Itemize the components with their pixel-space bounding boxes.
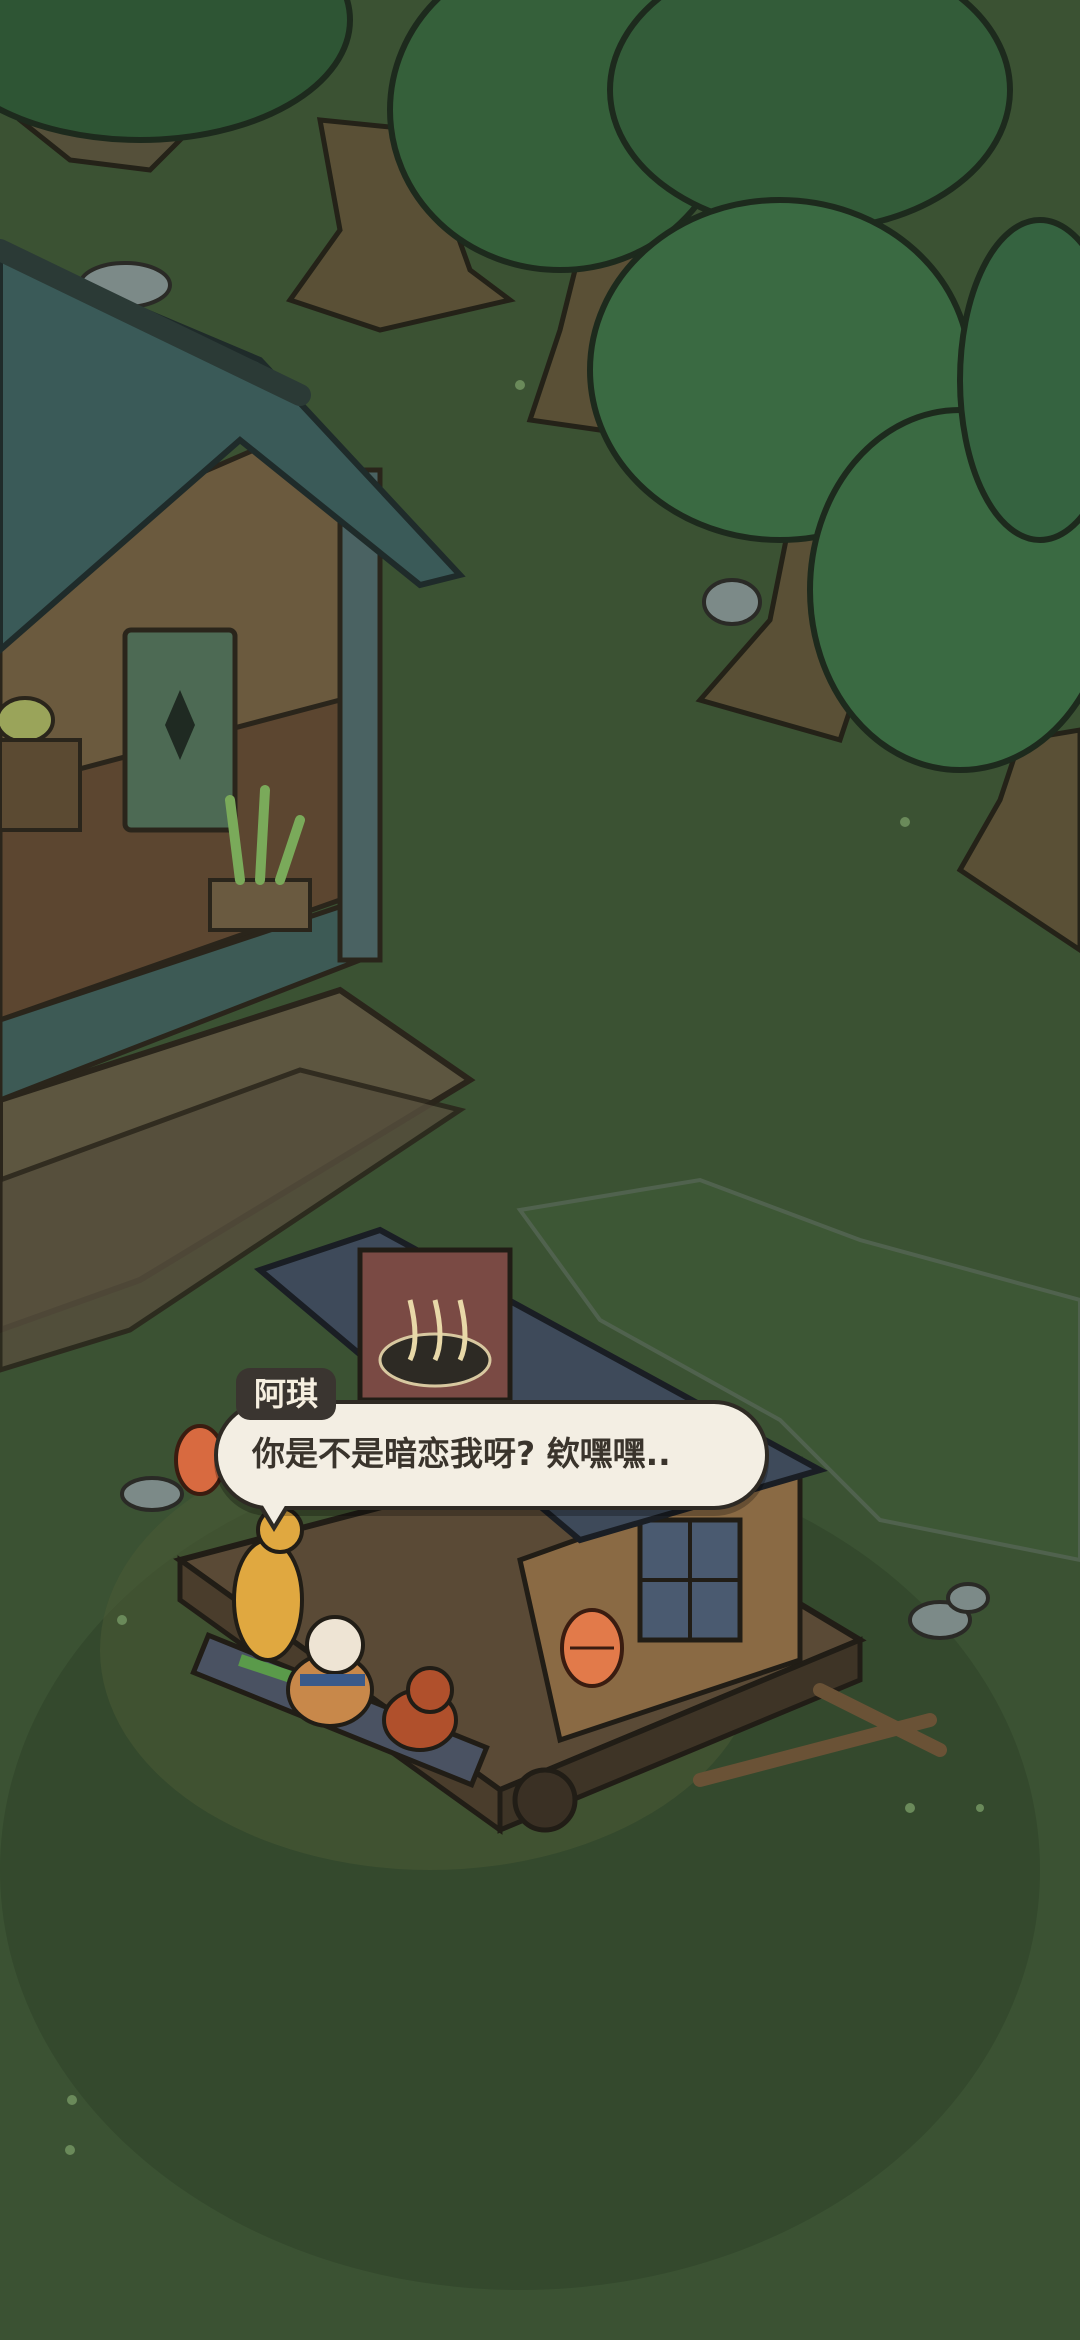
- cart-wheel: [512, 1767, 578, 1833]
- rock: [702, 578, 762, 626]
- rock: [120, 1476, 184, 1512]
- game-scene[interactable]: [0, 0, 1080, 2340]
- bubble-tail-fill: [262, 1504, 286, 1524]
- lantern-icon: [560, 1608, 624, 1688]
- rock: [946, 1582, 990, 1614]
- dialogue-text: 你是不是暗恋我呀? 欸嘿嘿..: [252, 1434, 671, 1473]
- speaker-name-tag: 阿琪: [236, 1368, 337, 1420]
